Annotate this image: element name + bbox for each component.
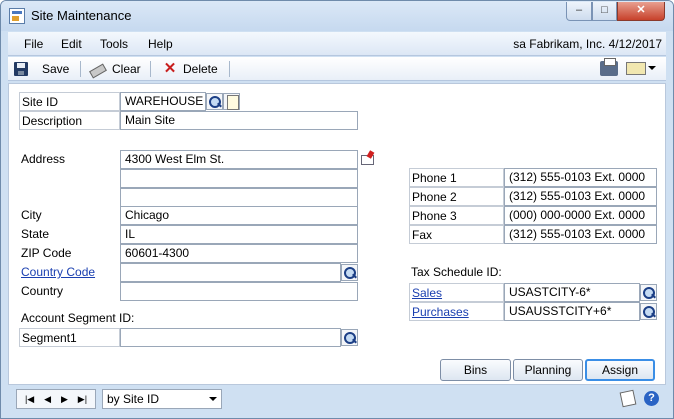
- menu-file[interactable]: File: [24, 37, 43, 51]
- bins-button[interactable]: Bins: [440, 359, 511, 381]
- phone3-field[interactable]: (000) 000-0000 Ext. 0000: [504, 206, 657, 225]
- maximize-button[interactable]: □: [592, 2, 617, 21]
- minimize-button[interactable]: –: [566, 2, 592, 21]
- last-record-icon[interactable]: ▶|: [78, 393, 87, 405]
- country-code-field[interactable]: [120, 263, 341, 282]
- next-record-icon[interactable]: ▶: [61, 393, 68, 405]
- record-navigation: |◀ ◀ ▶ ▶|: [16, 389, 96, 409]
- help-icon[interactable]: ?: [644, 391, 659, 406]
- address-line-1[interactable]: 4300 West Elm St.: [120, 150, 358, 169]
- toolbar-separator: [229, 61, 230, 77]
- window-app-icon: [9, 8, 25, 24]
- chevron-down-icon: [209, 397, 217, 401]
- phone2-label: Phone 2: [409, 187, 504, 206]
- user-company-date: sa Fabrikam, Inc. 4/12/2017: [513, 37, 662, 51]
- zip-label: ZIP Code: [21, 246, 72, 260]
- toolbar: Save Clear ✕ Delete: [8, 57, 666, 81]
- save-icon: [14, 62, 28, 76]
- phone1-field[interactable]: (312) 555-0103 Ext. 0000: [504, 168, 657, 187]
- site-id-lookup-icon[interactable]: [206, 93, 223, 110]
- status-bar: |◀ ◀ ▶ ▶| by Site ID ?: [8, 386, 666, 412]
- print-icon[interactable]: [600, 58, 618, 76]
- phone1-label: Phone 1: [409, 168, 504, 187]
- account-segment-header: Account Segment ID:: [21, 311, 135, 325]
- sales-tax-field[interactable]: USASTCITY-6*: [504, 283, 640, 302]
- segment1-label: Segment1: [19, 328, 120, 347]
- save-label: Save: [42, 62, 70, 76]
- delete-label: Delete: [183, 62, 218, 76]
- toolbar-separator: [80, 61, 81, 77]
- chevron-down-icon[interactable]: [648, 66, 656, 70]
- sort-by-value: by Site ID: [107, 392, 160, 406]
- menu-bar: File Edit Tools Help sa Fabrikam, Inc. 4…: [8, 32, 666, 56]
- country-code-link[interactable]: Country Code: [19, 263, 120, 282]
- country-label: Country: [21, 284, 64, 298]
- country-field[interactable]: [120, 282, 358, 301]
- site-id-label: Site ID: [19, 92, 120, 111]
- phone2-field[interactable]: (312) 555-0103 Ext. 0000: [504, 187, 657, 206]
- phone3-label: Phone 3: [409, 206, 504, 225]
- planning-button[interactable]: Planning: [513, 359, 583, 381]
- sales-link[interactable]: Sales: [409, 283, 504, 302]
- delete-button[interactable]: ✕ Delete: [163, 60, 218, 78]
- segment1-lookup-icon[interactable]: [341, 329, 358, 346]
- main-panel: Site ID WAREHOUSE Description Main Site …: [8, 83, 666, 385]
- window-title: Site Maintenance: [31, 8, 132, 23]
- address-line-3[interactable]: [120, 188, 358, 207]
- city-field[interactable]: Chicago: [120, 206, 358, 225]
- window-view-icon[interactable]: [626, 62, 646, 75]
- menu-tools[interactable]: Tools: [100, 37, 128, 51]
- assign-button[interactable]: Assign: [585, 359, 655, 381]
- clear-label: Clear: [112, 62, 141, 76]
- delete-x-icon: ✕: [163, 60, 177, 77]
- address-line-2[interactable]: [120, 169, 358, 188]
- menu-help[interactable]: Help: [148, 37, 173, 51]
- close-button[interactable]: ✕: [617, 2, 665, 21]
- previous-record-icon[interactable]: ◀: [44, 393, 51, 405]
- toolbar-separator: [150, 61, 151, 77]
- sales-lookup-icon[interactable]: [640, 284, 657, 301]
- address-label: Address: [21, 152, 66, 166]
- eraser-icon: [88, 62, 106, 76]
- description-field[interactable]: Main Site: [120, 111, 358, 130]
- fax-label: Fax: [409, 225, 504, 244]
- site-maintenance-window: Site Maintenance – □ ✕ File Edit Tools H…: [0, 0, 674, 419]
- title-bar: Site Maintenance – □ ✕: [1, 1, 673, 31]
- purchases-lookup-icon[interactable]: [640, 303, 657, 320]
- clear-button[interactable]: Clear: [88, 60, 141, 78]
- state-label: State: [21, 227, 50, 241]
- state-field[interactable]: IL: [120, 225, 358, 244]
- city-label: City: [21, 208, 42, 222]
- country-code-lookup-icon[interactable]: [341, 264, 358, 281]
- description-label: Description: [19, 111, 120, 130]
- sort-by-select[interactable]: by Site ID: [102, 389, 222, 409]
- note-icon[interactable]: [619, 389, 637, 408]
- menu-edit[interactable]: Edit: [61, 37, 82, 51]
- address-mail-icon[interactable]: [359, 150, 376, 167]
- segment1-field[interactable]: [120, 328, 341, 347]
- new-document-icon[interactable]: [223, 93, 240, 110]
- purchases-link[interactable]: Purchases: [409, 302, 504, 321]
- save-button[interactable]: Save: [14, 60, 69, 78]
- site-id-field[interactable]: WAREHOUSE: [120, 92, 206, 111]
- purchases-tax-field[interactable]: USAUSSTCITY+6*: [504, 302, 640, 321]
- zip-field[interactable]: 60601-4300: [120, 244, 358, 263]
- fax-field[interactable]: (312) 555-0103 Ext. 0000: [504, 225, 657, 244]
- tax-schedule-header: Tax Schedule ID:: [411, 265, 502, 279]
- first-record-icon[interactable]: |◀: [25, 393, 34, 405]
